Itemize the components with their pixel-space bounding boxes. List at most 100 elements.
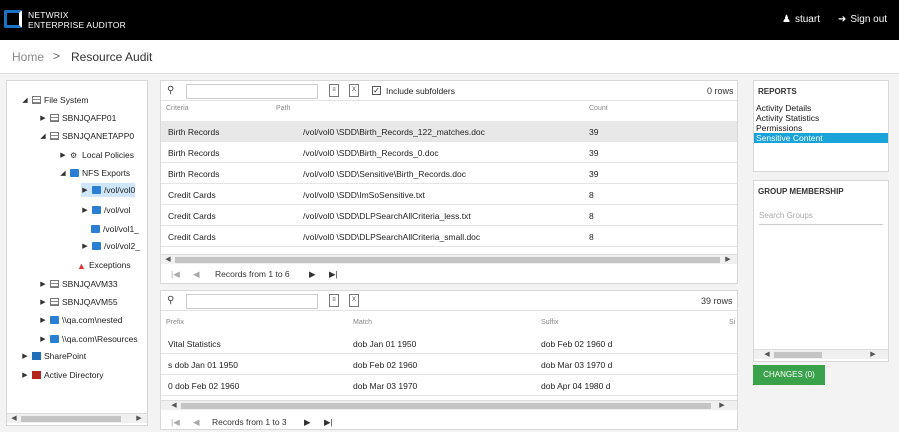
tree-node-exceptions[interactable]: ▲ Exceptions (77, 258, 131, 272)
cell-prefix: Vital Statistics (168, 339, 221, 349)
tree-node-vol-vol1[interactable]: /vol/vol1_ (91, 222, 139, 236)
cell-path: /vol/vol0 \SDD\Birth_Records_0.doc (303, 148, 439, 158)
tree-node-sbnjqavm33[interactable]: ▶ SBNJQAVM33 (39, 277, 117, 291)
group-search-input[interactable]: Search Groups (759, 211, 883, 225)
scroll-right-icon[interactable]: ▶ (868, 350, 878, 360)
table-row[interactable]: Birth Records /vol/vol0 \SDD\Birth_Recor… (161, 121, 737, 142)
tree-node-file-system[interactable]: ◢ File System (21, 93, 88, 107)
changes-button[interactable]: CHANGES (0) (753, 365, 825, 385)
scroll-right-icon[interactable]: ▶ (134, 414, 144, 424)
tree-node-qa-nested[interactable]: ▶ \\qa.com\nested (39, 313, 122, 327)
expand-arrow-icon[interactable]: ▶ (81, 206, 89, 214)
report-item-permissions[interactable]: Permissions (754, 123, 888, 133)
tree-node-vol-vol2[interactable]: ▶ /vol/vol2_ (81, 239, 140, 253)
grid1-search-input[interactable] (186, 84, 318, 99)
tree-node-sbnjqavm55[interactable]: ▶ SBNJQAVM55 (39, 295, 117, 309)
cell-prefix: 0 dob Feb 02 1960 (168, 381, 240, 391)
report-item-sensitive-content[interactable]: Sensitive Content (754, 133, 888, 143)
previous-page-icon[interactable]: ◀ (193, 269, 200, 280)
scroll-thumb[interactable] (774, 352, 822, 358)
table-row[interactable]: Birth Records /vol/vol0 \SDD\Birth_Recor… (161, 142, 737, 163)
tree-node-active-directory[interactable]: ▶ Active Directory (21, 368, 103, 382)
tree-node-sbnjqafp01[interactable]: ▶ SBNJQAFP01 (39, 111, 116, 125)
report-item-activity-details[interactable]: Activity Details (754, 103, 888, 113)
tree-node-vol-vol0[interactable]: ▶ /vol/vol0 (81, 183, 136, 197)
brand-name: NETWRIX ENTERPRISE AUDITOR (28, 10, 126, 30)
tree-node-nfs-exports[interactable]: ◢ NFS Exports (59, 166, 130, 180)
export-excel-icon[interactable]: X (349, 294, 359, 307)
cell-path: /vol/vol0 \SDD\DLPSearchAllCriteria_smal… (303, 232, 481, 242)
table-row[interactable]: Vital Statistics dob Jan 01 1950 dob Feb… (161, 333, 737, 354)
tree-horizontal-scrollbar[interactable]: ◀ ▶ (7, 413, 147, 423)
tree-node-qa-resources[interactable]: ▶ \\qa.com\Resources (39, 332, 137, 346)
next-page-icon[interactable]: ▶ (304, 417, 311, 428)
reports-panel: REPORTS Activity Details Activity Statis… (753, 80, 889, 172)
column-header-si[interactable]: Si (729, 319, 735, 326)
expand-arrow-icon[interactable]: ▶ (39, 280, 47, 288)
table-row[interactable]: Credit Cards /vol/vol0 \SDD\DLPSearchAll… (161, 226, 737, 247)
expand-arrow-icon[interactable]: ▶ (21, 371, 29, 379)
breadcrumb-home[interactable]: Home (12, 50, 44, 64)
column-header-prefix[interactable]: Prefix (166, 319, 184, 326)
export-pdf-icon[interactable]: ≡ (329, 294, 339, 307)
expand-arrow-icon[interactable]: ▶ (81, 186, 89, 194)
scroll-left-icon[interactable]: ◀ (762, 350, 772, 360)
report-item-activity-statistics[interactable]: Activity Statistics (754, 113, 888, 123)
table-row[interactable]: s dob Jan 01 1950 dob Feb 02 1960 dob Ma… (161, 354, 737, 375)
expand-arrow-icon[interactable]: ▶ (81, 242, 89, 250)
scroll-left-icon[interactable]: ◀ (163, 255, 173, 265)
scroll-thumb[interactable] (181, 403, 711, 409)
table-row[interactable]: Credit Cards /vol/vol0 \SDD\DLPSearchAll… (161, 205, 737, 226)
grid1-row-count: 0 rows (707, 86, 734, 96)
tree-node-sharepoint[interactable]: ▶ SharePoint (21, 349, 86, 363)
cell-path: /vol/vol0 \SDD\DLPSearchAllCriteria_less… (303, 211, 471, 221)
expand-arrow-icon[interactable]: ▶ (59, 151, 67, 159)
last-page-icon[interactable]: ▶| (324, 417, 333, 428)
collapse-arrow-icon[interactable]: ◢ (59, 169, 67, 177)
column-header-path[interactable]: Path (276, 105, 290, 112)
search-icon: ⚲ (167, 295, 175, 306)
table-row[interactable]: 0 dob Feb 02 1960 dob Mar 03 1970 dob Ap… (161, 375, 737, 396)
export-pdf-icon[interactable]: ≡ (329, 84, 339, 97)
group-membership-title: GROUP MEMBERSHIP (758, 187, 844, 196)
column-header-count[interactable]: Count (589, 105, 608, 112)
scroll-thumb[interactable] (175, 257, 720, 263)
sign-out-link[interactable]: ➜ Sign out (838, 14, 887, 25)
grid2-search-input[interactable] (186, 294, 318, 309)
expand-arrow-icon[interactable]: ▶ (39, 114, 47, 122)
cell-suffix: dob Feb 02 1960 d (541, 339, 613, 349)
include-subfolders-checkbox[interactable]: ✓ (372, 86, 381, 95)
cell-criteria: Birth Records (168, 148, 220, 158)
last-page-icon[interactable]: ▶| (329, 269, 338, 280)
next-page-icon[interactable]: ▶ (309, 269, 316, 280)
previous-page-icon[interactable]: ◀ (193, 417, 200, 428)
expand-arrow-icon[interactable]: ▶ (39, 298, 47, 306)
folder-icon (50, 316, 59, 324)
table-row[interactable]: Credit Cards /vol/vol0 \SDD\ImSoSensitiv… (161, 184, 737, 205)
grid2-horizontal-scrollbar[interactable]: ◀ ▶ (161, 400, 737, 410)
first-page-icon[interactable]: |◀ (171, 417, 180, 428)
column-header-criteria[interactable]: Criteria (166, 105, 189, 112)
scroll-left-icon[interactable]: ◀ (9, 414, 19, 424)
expand-arrow-icon[interactable]: ▶ (39, 316, 47, 324)
collapse-arrow-icon[interactable]: ◢ (39, 132, 47, 140)
first-page-icon[interactable]: |◀ (171, 269, 180, 280)
expand-arrow-icon[interactable]: ▶ (21, 352, 29, 360)
grid1-horizontal-scrollbar[interactable]: ◀ ▶ (161, 254, 737, 264)
export-excel-icon[interactable]: X (349, 84, 359, 97)
scroll-right-icon[interactable]: ▶ (723, 255, 733, 265)
group-horizontal-scrollbar[interactable]: ◀ ▶ (754, 349, 888, 359)
scroll-left-icon[interactable]: ◀ (169, 401, 179, 411)
scroll-thumb[interactable] (21, 416, 121, 422)
tree-node-vol-vol[interactable]: ▶ /vol/vol (81, 203, 130, 217)
tree-node-sbnjqanetapp[interactable]: ◢ SBNJQANETAPP0 (39, 129, 134, 143)
column-header-suffix[interactable]: Suffix (541, 319, 558, 326)
scroll-right-icon[interactable]: ▶ (717, 401, 727, 411)
user-menu[interactable]: ♟ stuart (782, 14, 820, 25)
table-row[interactable]: Birth Records /vol/vol0 \SDD\Sensitive\B… (161, 163, 737, 184)
grid1-toolbar: ⚲ ≡ X ✓ Include subfolders 0 rows (161, 81, 737, 101)
column-header-match[interactable]: Match (353, 319, 372, 326)
expand-arrow-icon[interactable]: ▶ (39, 335, 47, 343)
collapse-arrow-icon[interactable]: ◢ (21, 96, 29, 104)
tree-node-local-policies[interactable]: ▶ ⚙ Local Policies (59, 148, 134, 162)
